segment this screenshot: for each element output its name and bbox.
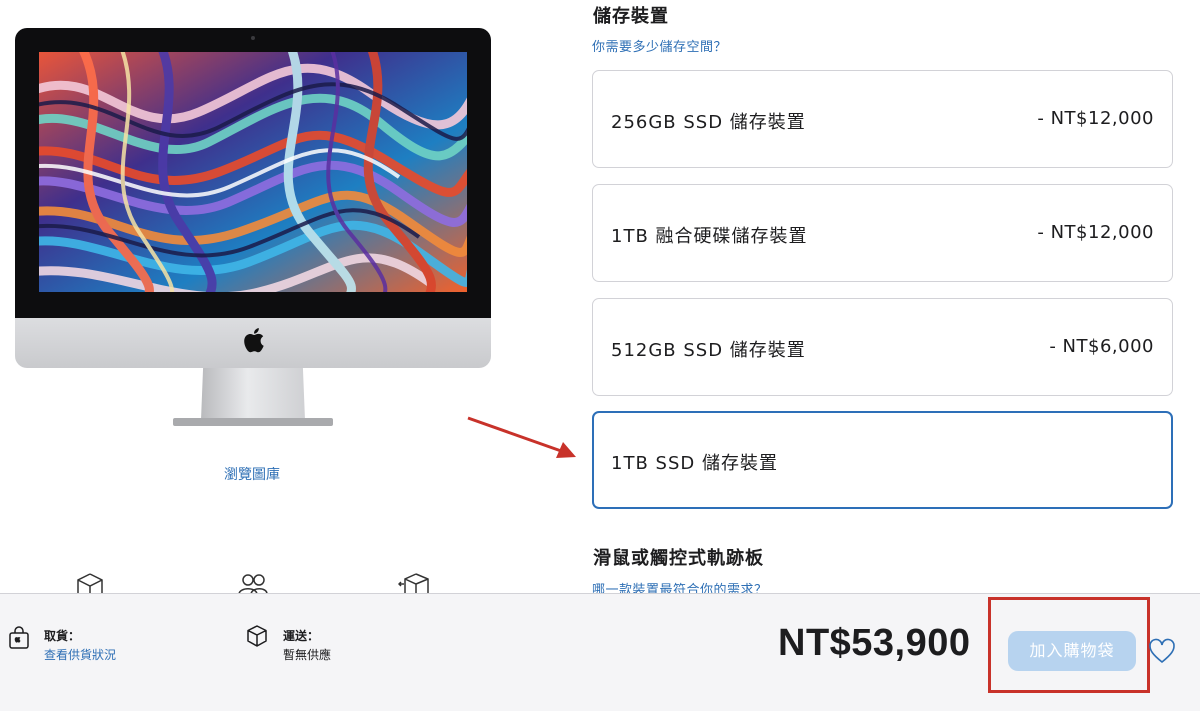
box-icon bbox=[246, 624, 268, 648]
storage-option-1tb-ssd[interactable]: 1TB SSD 儲存裝置 bbox=[592, 411, 1173, 509]
option-price: - NT$6,000 bbox=[1049, 336, 1154, 357]
storage-option-256gb-ssd[interactable]: 256GB SSD 儲存裝置 - NT$12,000 bbox=[592, 70, 1173, 168]
check-availability-link[interactable]: 查看供貨狀況 bbox=[44, 646, 116, 663]
people-icon bbox=[238, 572, 268, 595]
option-name: 512GB SSD 儲存裝置 bbox=[611, 340, 806, 361]
product-image-imac bbox=[15, 28, 491, 428]
annotation-highlight-box bbox=[988, 597, 1150, 693]
storage-option-1tb-fusion[interactable]: 1TB 融合硬碟儲存裝置 - NT$12,000 bbox=[592, 184, 1173, 282]
annotation-arrow bbox=[467, 416, 576, 458]
pickup-label: 取貨： bbox=[44, 629, 81, 643]
trade-in-icon bbox=[397, 572, 429, 594]
shipping-label: 運送： bbox=[283, 629, 320, 643]
shipping-status: 暫無供應 bbox=[283, 648, 332, 662]
storage-option-512gb-ssd[interactable]: 512GB SSD 儲存裝置 - NT$6,000 bbox=[592, 298, 1173, 396]
option-price: - NT$12,000 bbox=[1037, 222, 1154, 243]
purchase-bar: 取貨： 查看供貨狀況 運送： 暫無供應 NT$53,900 加入購物袋 bbox=[0, 593, 1200, 711]
gallery-link[interactable]: 瀏覽圖庫 bbox=[224, 464, 280, 484]
option-name: 1TB 融合硬碟儲存裝置 bbox=[611, 226, 808, 247]
imac-bezel bbox=[15, 28, 491, 318]
option-price: - NT$12,000 bbox=[1037, 108, 1154, 129]
mouse-section-title: 滑鼠或觸控式軌跡板 bbox=[593, 548, 764, 569]
imac-wallpaper bbox=[39, 52, 467, 292]
imac-stand-foot bbox=[173, 418, 333, 426]
storage-section-title: 儲存裝置 bbox=[593, 6, 669, 27]
camera-dot bbox=[251, 36, 255, 40]
imac-stand-neck bbox=[201, 368, 305, 420]
total-price: NT$53,900 bbox=[778, 622, 971, 664]
option-name: 256GB SSD 儲存裝置 bbox=[611, 112, 806, 133]
heart-icon[interactable] bbox=[1148, 638, 1176, 664]
box-icon bbox=[75, 572, 105, 594]
bag-icon bbox=[8, 626, 30, 650]
apple-logo-icon bbox=[239, 324, 267, 356]
option-name: 1TB SSD 儲存裝置 bbox=[611, 453, 778, 474]
storage-help-link[interactable]: 你需要多少儲存空間？ bbox=[592, 36, 727, 55]
